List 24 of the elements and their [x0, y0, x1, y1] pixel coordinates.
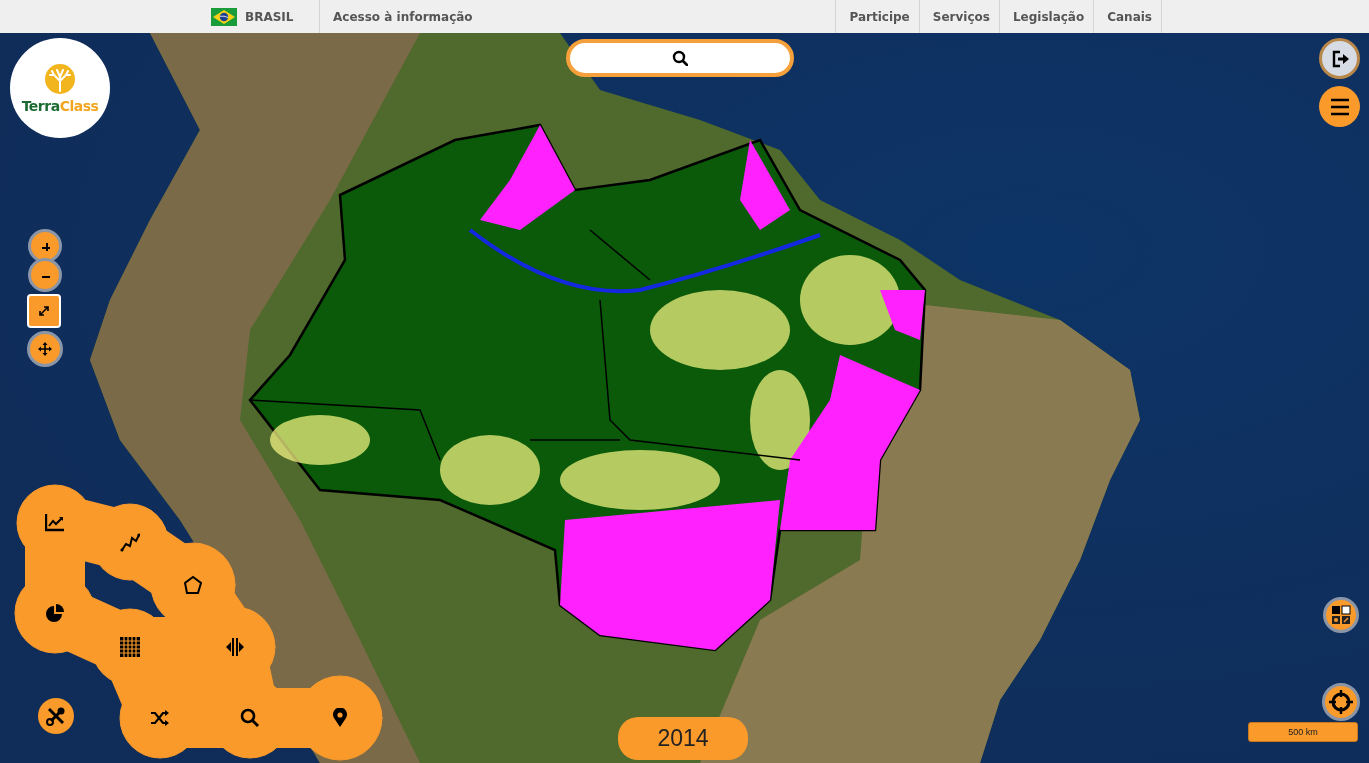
map-pin-icon: [330, 708, 350, 728]
search-field[interactable]: [566, 39, 794, 77]
zigzag-line-icon: [120, 532, 140, 552]
logo-text: TerraClass: [21, 97, 99, 114]
flag-icon: [211, 7, 237, 26]
plus-icon: [40, 241, 50, 251]
move-arrows-icon: [38, 342, 52, 356]
line-chart-icon: [45, 513, 65, 533]
grid-tiles-icon: [1331, 605, 1351, 625]
grid-icon: [120, 637, 140, 657]
wrench-screwdriver-icon: [46, 706, 66, 726]
crosshair-icon: [1329, 690, 1353, 714]
pentagon-icon: [183, 575, 203, 595]
info-link[interactable]: Acesso à informação: [320, 0, 473, 33]
full-extent-button[interactable]: [27, 294, 61, 328]
tree-logo-icon: [44, 62, 76, 95]
search-icon: [672, 50, 688, 66]
pie-chart-icon: [45, 603, 65, 623]
year-button[interactable]: 2014: [618, 717, 748, 760]
split-arrows-icon: [225, 637, 245, 657]
shuffle-icon: [150, 708, 170, 728]
search-icon: [240, 708, 260, 728]
scale-bar: 500 km: [1248, 722, 1358, 742]
expand-arrows-icon: [37, 304, 51, 318]
